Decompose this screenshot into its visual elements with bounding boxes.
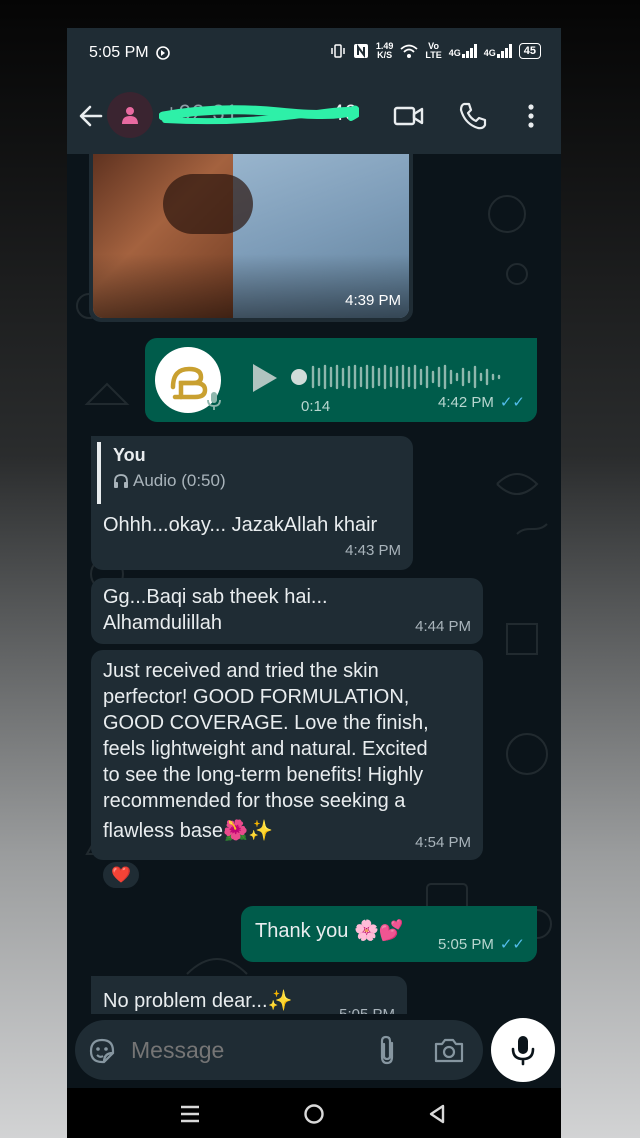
video-call-icon[interactable]: [393, 100, 425, 132]
message-input[interactable]: [131, 1030, 361, 1070]
message-text-line: perfector! GOOD FORMULATION,: [103, 686, 410, 708]
outgoing-message[interactable]: Thank you 🌸💕 5:05 PM ✓✓: [241, 906, 537, 962]
message-text: Thank you 🌸💕: [255, 920, 404, 942]
message-time: 4:42 PM: [437, 394, 494, 411]
home-icon[interactable]: [303, 1103, 325, 1125]
wifi-icon: [400, 44, 418, 58]
attachment-icon[interactable]: [375, 1034, 399, 1066]
signal-2: 4G: [484, 44, 512, 58]
message-text: Ohhh...okay... JazakAllah khair: [103, 514, 378, 536]
message-text-line: Just received and tried the skin: [103, 660, 379, 682]
sticker-icon[interactable]: [87, 1036, 117, 1066]
voice-duration: 0:14: [301, 398, 331, 415]
voice-waveform[interactable]: [289, 362, 521, 392]
message-text: No problem dear...✨: [103, 990, 293, 1012]
quoted-author: You: [113, 445, 146, 465]
voice-message[interactable]: 0:14 4:42 PM ✓✓: [145, 338, 537, 422]
reply-message[interactable]: You Audio (0:50) Ohhh...okay... JazakAll…: [91, 436, 413, 570]
quoted-audio-label: Audio (0:50): [133, 471, 226, 490]
back-icon[interactable]: [427, 1103, 447, 1125]
quoted-message[interactable]: You Audio (0:50): [97, 442, 407, 504]
image-message[interactable]: 4:39 PM: [89, 154, 413, 322]
person-icon: [122, 107, 138, 124]
message-text-line: feels lightweight and natural. Excited: [103, 738, 428, 760]
status-bar: 5:05 PM 1.49 K/S Vo LTE 4G 4G 45: [67, 28, 561, 80]
data-saver-icon: [155, 46, 170, 60]
battery-indicator: 45: [518, 43, 541, 59]
message-compose-bar: [75, 1020, 483, 1080]
incoming-message[interactable]: Just received and tried the skin perfect…: [91, 650, 483, 860]
status-time: 5:05 PM: [89, 44, 149, 61]
voice-call-icon[interactable]: [457, 100, 489, 132]
message-text-line: flawless base🌺✨: [103, 820, 273, 842]
double-check-icon: ✓✓: [499, 394, 525, 411]
phone-screen: 5:05 PM 1.49 K/S Vo LTE 4G 4G 45 +92 31 …: [67, 28, 561, 1138]
message-time: 4:54 PM: [415, 834, 471, 851]
volte-label: Vo LTE: [425, 41, 442, 60]
network-speed: 1.49 K/S: [375, 41, 394, 60]
vibrate-icon: [331, 44, 345, 58]
more-options-icon[interactable]: [515, 100, 547, 132]
signal-1: 4G: [449, 44, 477, 58]
message-time: 4:39 PM: [345, 292, 401, 309]
heart-reaction-icon: ❤️: [111, 867, 131, 884]
message-text-line: Alhamdulillah: [103, 612, 222, 634]
message-time: 4:43 PM: [345, 542, 401, 559]
message-text-line: to see the long-term benefits! Highly: [103, 764, 424, 786]
avatar[interactable]: [107, 92, 153, 138]
record-voice-button[interactable]: [491, 1018, 555, 1082]
back-arrow-icon[interactable]: [77, 100, 105, 132]
recent-apps-icon[interactable]: [179, 1104, 201, 1124]
signal-bars-icon: [461, 44, 477, 58]
nfc-icon: [353, 44, 368, 58]
microphone-icon: [511, 1036, 535, 1066]
message-text-line: GOOD COVERAGE. Love the finish,: [103, 712, 429, 734]
chat-header: +92 31000000040: [67, 80, 561, 154]
reaction-badge[interactable]: ❤️: [101, 860, 141, 890]
headphones-icon: [114, 474, 128, 488]
message-text-line: Gg...Baqi sab theek hai...: [103, 586, 328, 608]
signal-bars-icon: [496, 44, 512, 58]
message-time: 4:44 PM: [415, 618, 471, 635]
message-text-line: recommended for those seeking a: [103, 790, 406, 812]
incoming-message[interactable]: No problem dear...✨ 5:05 PM: [91, 976, 407, 1014]
camera-icon[interactable]: [433, 1035, 465, 1065]
chat-area[interactable]: 4:39 PM 0:14 4:42 PM ✓✓ You Audio (0:50)…: [67, 154, 561, 1014]
incoming-message[interactable]: Gg...Baqi sab theek hai... Alhamdulillah…: [91, 578, 483, 644]
system-navigation-bar: [67, 1088, 561, 1138]
message-time: 5:05 PM: [339, 1002, 395, 1014]
contact-name[interactable]: +92 31000000040: [165, 100, 358, 126]
message-time: 5:05 PM: [437, 936, 494, 953]
play-icon[interactable]: [249, 362, 279, 394]
double-check-icon: ✓✓: [499, 936, 525, 953]
mic-badge-icon: [207, 392, 221, 410]
